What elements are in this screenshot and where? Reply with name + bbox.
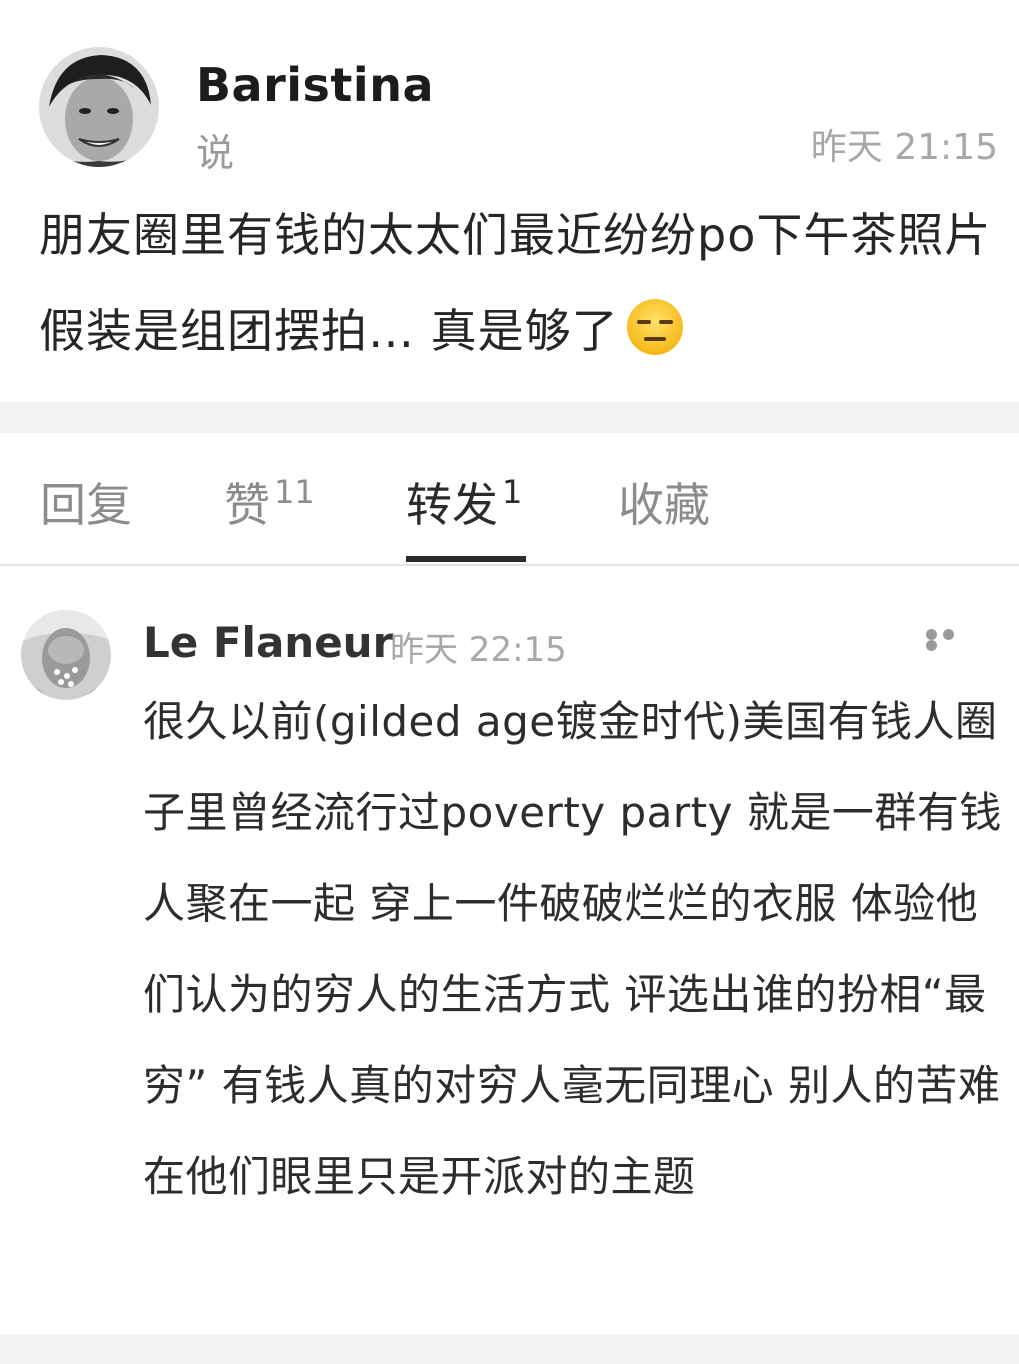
tab-reply[interactable]: 回复 bbox=[40, 469, 132, 535]
expressionless-face-icon bbox=[625, 293, 685, 355]
tab-like-count: 11 bbox=[274, 473, 315, 511]
commenter-avatar[interactable] bbox=[21, 610, 111, 700]
author-avatar[interactable] bbox=[39, 47, 159, 167]
commenter-name[interactable]: Le Flaneur bbox=[143, 618, 393, 667]
tab-favorite-label: 收藏 bbox=[618, 478, 710, 532]
tab-repost[interactable]: 转发 1 bbox=[406, 469, 522, 535]
post-timestamp: 昨天 21:15 bbox=[810, 127, 998, 168]
tab-like-label: 赞 bbox=[224, 478, 270, 532]
tab-favorite[interactable]: 收藏 bbox=[618, 469, 710, 535]
comment-item: Le Flaneur 昨天 22:15 很久以前(gilded age镀金时代)… bbox=[0, 566, 1019, 1336]
say-label: 说 bbox=[196, 131, 235, 175]
active-tab-indicator bbox=[406, 556, 526, 562]
section-divider bbox=[0, 402, 1019, 433]
post-card: Baristina 说 昨天 21:15 朋友圈里有钱的太太们最近纷纷po下午茶… bbox=[0, 0, 1019, 402]
more-options-icon[interactable] bbox=[926, 629, 972, 651]
post-body: 朋友圈里有钱的太太们最近纷纷po下午茶照片假装是组团摆拍… 真是够了 bbox=[39, 187, 1004, 379]
comment-timestamp: 昨天 22:15 bbox=[390, 630, 567, 670]
comment-body: 很久以前(gilded age镀金时代)美国有钱人圈子里曾经流行过poverty… bbox=[143, 697, 1002, 1201]
tab-repost-label: 转发 bbox=[406, 478, 498, 532]
post-body-text: 朋友圈里有钱的太太们最近纷纷po下午茶照片假装是组团摆拍… 真是够了 bbox=[39, 208, 992, 358]
bottom-divider bbox=[0, 1334, 1019, 1364]
post-author-name[interactable]: Baristina bbox=[196, 58, 434, 112]
interaction-tabs: 回复 赞 11 转发 1 收藏 bbox=[0, 433, 1019, 566]
tab-repost-count: 1 bbox=[502, 473, 523, 511]
tab-reply-label: 回复 bbox=[40, 478, 132, 532]
tab-like[interactable]: 赞 11 bbox=[224, 469, 315, 535]
